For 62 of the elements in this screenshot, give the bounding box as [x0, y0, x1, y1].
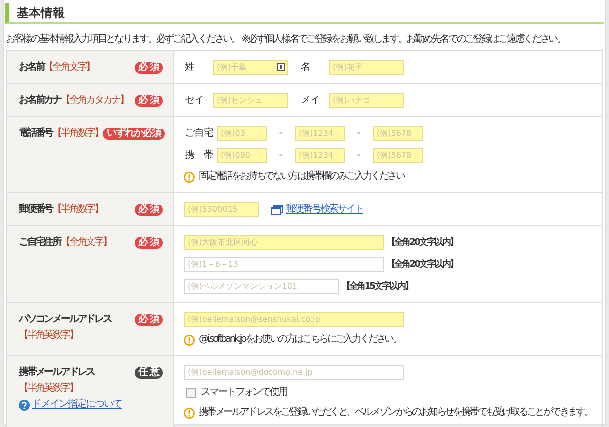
field-label: パソコンメールアドレス [19, 314, 112, 326]
field-label: 携帯メールアドレス [19, 367, 95, 379]
search-site-link[interactable]: 郵便番号検索サイト [286, 204, 364, 216]
input-field[interactable]: (例)5300015 [184, 202, 259, 217]
info-note: 携帯メールアドレスをご登録いただくと、ベルメゾンからのお知らせを携帯でも受け取ることができます。 [199, 407, 593, 419]
info-icon [184, 334, 195, 346]
format-hint: 【全角カタカナ】 [61, 95, 128, 107]
input-field[interactable]: (例)090 [217, 148, 267, 163]
input-field[interactable]: (例)ベルメゾンマンション101 [184, 279, 339, 294]
dash-separator: - [278, 150, 284, 162]
info-icon [184, 172, 195, 182]
dash-separator: - [356, 128, 362, 140]
input-field[interactable]: (例)03 [217, 126, 267, 141]
required-badge: 必 須 [134, 314, 163, 326]
required-badge: 必 須 [134, 237, 163, 249]
required-badge: 必 須 [134, 95, 163, 107]
input-field[interactable]: (例)bellemaison@senshukai.co.jp [184, 312, 404, 327]
window-icon [271, 204, 283, 214]
field-caption: メイ [300, 94, 321, 106]
format-hint: 【半角英数字】 [19, 330, 79, 342]
info-note: @i.softbank.jpをお使いの方はこちらにご入力ください。 [199, 334, 402, 346]
input-field[interactable]: (例)大阪市北区同心 [184, 235, 384, 250]
field-caption: 姓 [184, 62, 196, 74]
input-field[interactable]: (例)5678 [373, 126, 423, 141]
length-limit: 【全角20文字以内】 [387, 236, 458, 248]
input-field[interactable]: (例)5678 [373, 148, 423, 163]
required-badge: 必 須 [134, 204, 163, 216]
format-hint: 【全角文字】 [61, 237, 112, 249]
input-field[interactable]: (例)1－6－13 [184, 257, 384, 272]
input-field[interactable]: (例)1234 [295, 126, 345, 141]
section-title: 基本情報 [17, 5, 66, 21]
input-field[interactable]: (例)1234 [295, 148, 345, 163]
field-label: 電話番号 [19, 128, 53, 140]
format-hint: 【半角数字】 [52, 128, 104, 140]
help-link[interactable]: ドメイン指定について [32, 399, 122, 411]
length-limit: 【全角15文字以内】 [342, 280, 413, 292]
field-label: お名前カナ [19, 95, 62, 107]
checkbox[interactable] [186, 388, 196, 398]
field-label: ご自宅住所 [19, 237, 62, 249]
field-caption: 名 [300, 62, 312, 74]
format-hint: 【全角文字】 [44, 62, 95, 74]
field-caption: セイ [184, 94, 205, 106]
checkbox-label: スマートフォンで使用 [201, 387, 288, 399]
dash-separator: - [278, 128, 284, 140]
required-badge: 必 須 [134, 62, 163, 74]
optional-badge: 任 意 [134, 367, 163, 379]
intro-text: お客様の基本情報入力項目となります。必ずご記入ください。 ※必ず個人様名でご登録をお願い致します。お勤め先名でのご登録はご遠慮ください。 [5, 34, 566, 47]
input-field[interactable]: (例)bellemaison@docomo.ne.jp [184, 365, 404, 380]
format-hint: 【半角英数字】 [19, 383, 79, 395]
field-caption: ご自宅 [184, 128, 214, 140]
input-field[interactable]: (例)花子 [329, 60, 404, 75]
field-caption: 携 帯 [184, 150, 214, 162]
format-hint: 【半角数字】 [52, 204, 104, 216]
help-icon [19, 400, 30, 410]
info-icon [184, 408, 195, 418]
info-note: 固定電話をお持ちでない方は携帯欄のみご入力ください [199, 171, 404, 183]
field-label: お名前 [19, 62, 44, 74]
dash-separator: - [356, 150, 362, 162]
field-label: 郵便番号 [19, 204, 53, 216]
required-badge: いずれか必須 [103, 128, 166, 140]
length-limit: 【全角20文字以内】 [387, 258, 458, 270]
input-field[interactable]: (例)千葉 [213, 60, 288, 75]
